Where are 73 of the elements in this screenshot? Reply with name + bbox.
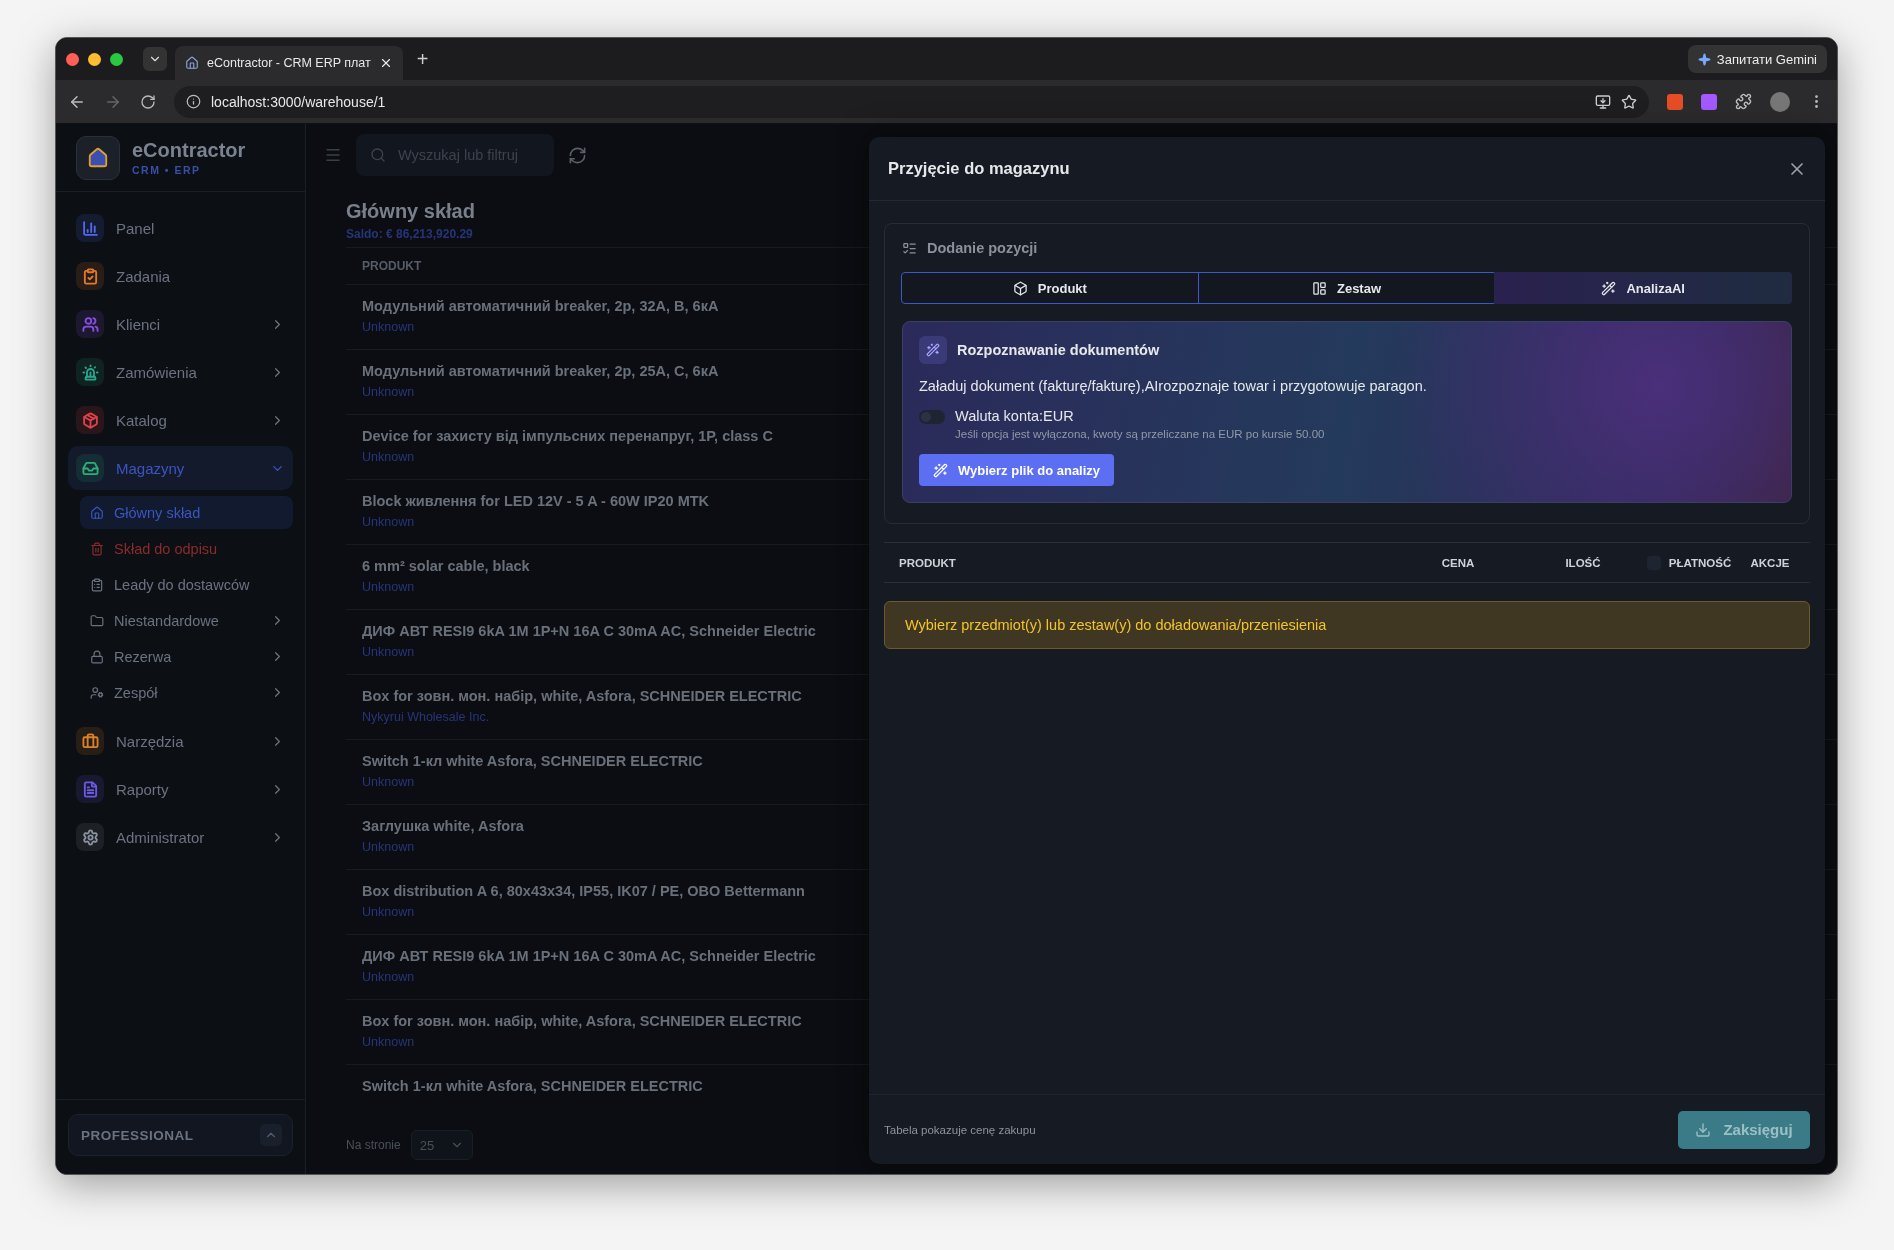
tab-list-button[interactable] [143,47,167,71]
new-tab-button[interactable]: + [410,47,435,71]
close-window-icon[interactable] [66,52,79,66]
ai-description: Załaduj dokument (fakturę/fakturę),AIrozpoznaje towar i przygotowuje paragon. [919,378,1428,394]
site-info-icon[interactable] [186,94,201,109]
sidebar-subitem[interactable]: Niestandardowe [80,604,293,637]
maximize-window-icon[interactable] [110,52,123,66]
sidebar-item[interactable]: Magazyny [68,446,293,490]
mode-tab[interactable]: Produkt [901,272,1199,304]
sidebar-subitem[interactable]: Leady do dostawców [80,568,293,601]
clipboard-icon [90,577,104,592]
sidebar-item[interactable]: Katalog [68,398,293,442]
download-icon [1695,1121,1712,1138]
sidebar-item[interactable]: Klienci [68,302,293,346]
toggle-hint: Jeśli opcja jest wyłączona, kwoty są przeliczane na EUR po kursie 50.00 [955,428,1325,440]
balance-text: Saldo: € 86,213,920.29 [346,227,474,241]
bookmark-icon[interactable] [1621,93,1637,110]
sidebar-item[interactable]: Raporty [68,767,293,811]
page-size-label: Na stronie [346,1138,401,1152]
minimize-window-icon[interactable] [88,52,101,66]
currency-toggle[interactable] [919,410,945,424]
sparkle-wand-icon [919,336,947,364]
logo-icon [76,135,120,180]
browser-tab[interactable]: eContractor - CRM ERP плат [175,46,403,80]
extension-icon[interactable] [1667,93,1683,110]
sidebar-item[interactable]: Zadania [68,254,293,298]
footer-note: Tabela pokazuje cenę zakupu [884,1123,1036,1136]
page-size-select[interactable]: 25 [410,1130,473,1160]
sparkle-icon [1697,52,1711,66]
site-icon [185,56,199,70]
address-bar[interactable]: localhost:3000/warehouse/1 [174,85,1649,118]
toggle-label: Waluta konta:EUR [955,408,1075,424]
sidebar-item[interactable]: Narzędzia [68,719,293,763]
sparkle-wand-icon [1601,280,1617,296]
sidebar-subitem[interactable]: Skład do odpisu [80,532,293,565]
box-icon [1012,280,1028,296]
user-gear-icon [90,685,104,700]
plan-card[interactable]: PROFESSIONAL [68,1114,293,1156]
page-title: Główny skład [346,200,476,223]
column-header: CENA [1441,556,1475,569]
avatar-icon[interactable] [1770,91,1790,112]
mode-tab[interactable]: AnalizaAI [1494,272,1792,304]
folder-icon [90,613,104,628]
brand-subtitle: CRM • ERP [132,164,202,176]
column-header: PŁATNOŚĆ [1668,556,1732,569]
list-icon [902,240,917,256]
column-header: ILOŚĆ [1565,556,1601,569]
choose-file-button[interactable]: Wybierz plik do analizy [919,454,1115,486]
refresh-icon[interactable] [568,145,587,165]
modal-title: Przyjęcie do magazynu [888,159,1070,178]
ai-card-title: Rozpoznawanie dokumentów [957,342,1160,358]
brand-name: eContractor [132,139,246,162]
layout-icon [1311,280,1327,296]
trash-icon [90,541,104,556]
column-header: PRODUKT [899,556,956,569]
sidebar-item[interactable]: Panel [68,206,293,250]
column-header: AKCJE [1750,556,1790,569]
house-icon [90,505,104,520]
lock-icon [90,649,104,664]
sidebar-item[interactable]: Zamówienia [68,350,293,394]
assistant-button[interactable]: Запитати Gemini [1687,45,1827,73]
extension-icon[interactable] [1701,93,1717,110]
extensions-icon[interactable] [1735,93,1752,110]
warning-alert: Wybierz przedmiot(y) lub zestaw(y) do doładowania/przeniesienia [884,601,1810,649]
sparkle-wand-icon [933,462,948,478]
search-icon [370,147,386,163]
sidebar-subitem[interactable]: Zespół [80,676,293,709]
sidebar-subitem[interactable]: Główny skład [80,496,293,529]
reload-icon[interactable] [140,93,156,110]
mode-tab[interactable]: Zestaw [1197,272,1496,304]
install-icon[interactable] [1595,93,1611,110]
sidebar-subitem[interactable]: Rezerwa [80,640,293,673]
sidebar-item[interactable]: Administrator [68,815,293,859]
